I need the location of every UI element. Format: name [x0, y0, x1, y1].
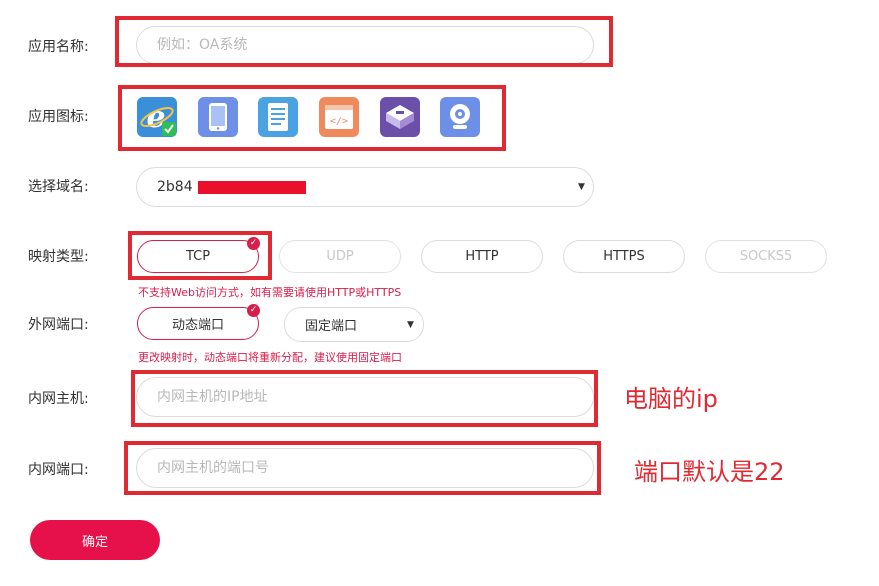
mapping-type-hint: 不支持Web访问方式，如有需要请使用HTTP或HTTPS	[138, 286, 402, 299]
internal-port-input[interactable]	[137, 460, 593, 476]
option-label: HTTP	[465, 249, 499, 264]
document-icon[interactable]	[258, 97, 298, 141]
domain-label: 选择域名:	[28, 179, 89, 195]
app-name-label: 应用名称:	[28, 39, 89, 55]
option-label: 固定端口	[305, 319, 358, 334]
option-label: UDP	[326, 249, 354, 264]
app-name-input[interactable]	[137, 37, 593, 53]
external-port-fixed-select[interactable]: 固定端口 ▼	[284, 307, 424, 342]
webcam-icon[interactable]	[440, 97, 480, 141]
external-port-dynamic[interactable]: 动态端口 ✓	[137, 304, 260, 340]
server-icon[interactable]	[380, 97, 420, 141]
redaction-mark	[198, 181, 306, 194]
checkmark-icon: ✓	[247, 237, 260, 250]
mapping-option-udp[interactable]: UDP	[279, 240, 401, 273]
chevron-down-icon: ▼	[407, 320, 414, 330]
internal-host-field[interactable]	[136, 377, 594, 417]
external-port-label: 外网端口:	[28, 317, 89, 333]
mapping-option-tcp[interactable]: TCP ✓	[137, 237, 260, 273]
tablet-icon[interactable]	[198, 97, 238, 141]
checkmark-icon: ✓	[247, 304, 260, 317]
mapping-option-http[interactable]: HTTP	[421, 240, 543, 273]
mapping-option-socks5[interactable]: SOCKS5	[705, 240, 827, 273]
internal-port-field[interactable]	[136, 448, 594, 488]
app-icon-label: 应用图标:	[28, 109, 89, 125]
internal-port-label: 内网端口:	[28, 462, 89, 478]
internal-host-input[interactable]	[137, 389, 593, 405]
annotation-host-note: 电脑的ip	[624, 385, 718, 413]
svg-text:</>: </>	[330, 116, 348, 127]
option-label: SOCKS5	[739, 249, 793, 264]
chevron-down-icon: ▼	[578, 182, 585, 192]
domain-select[interactable]: 2b84 ▼	[136, 167, 594, 207]
annotation-port-note: 端口默认是22	[634, 458, 785, 486]
external-port-hint: 更改映射时，动态端口将重新分配，建议使用固定端口	[138, 351, 402, 364]
mapping-type-label: 映射类型:	[28, 249, 89, 265]
confirm-button[interactable]: 确定	[30, 520, 160, 560]
ie-browser-icon[interactable]: e	[137, 97, 177, 141]
code-window-icon[interactable]: </>	[319, 97, 359, 141]
option-label: HTTPS	[603, 249, 645, 264]
internal-host-label: 内网主机:	[28, 391, 89, 407]
option-label: TCP	[185, 249, 211, 264]
mapping-option-https[interactable]: HTTPS	[563, 240, 685, 273]
domain-value: 2b84	[157, 179, 193, 195]
app-name-field[interactable]	[136, 26, 594, 64]
option-label: 动态端口	[171, 318, 224, 333]
